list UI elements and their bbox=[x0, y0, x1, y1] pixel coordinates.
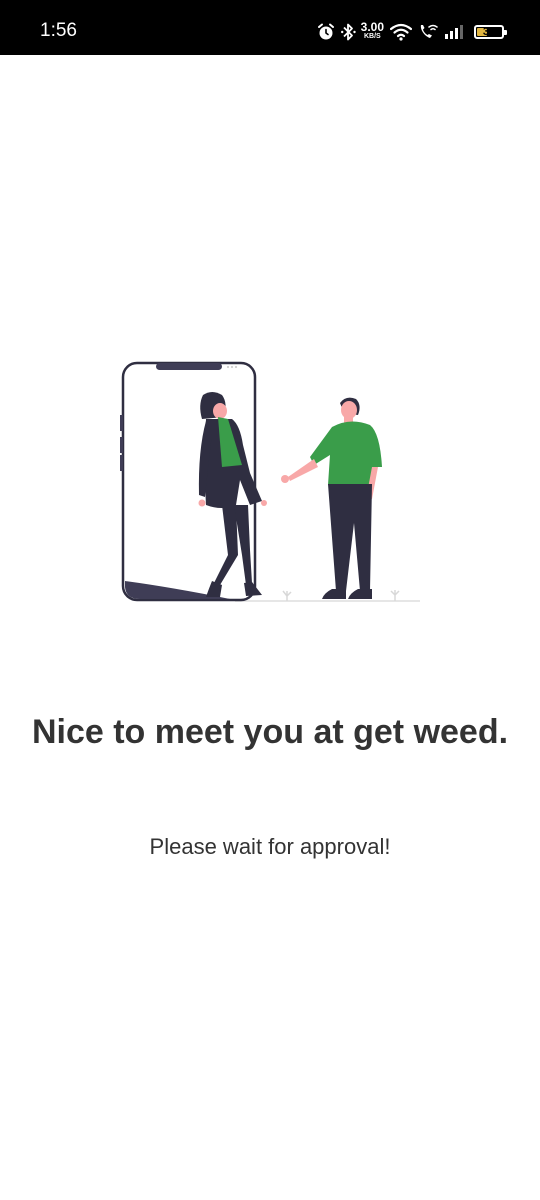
network-speed-value: 3.00 bbox=[360, 20, 384, 34]
wifi-calling-icon bbox=[418, 23, 438, 41]
battery-level: 39 bbox=[482, 26, 496, 38]
alarm-icon bbox=[317, 23, 335, 41]
welcome-title: Nice to meet you at get weed. bbox=[31, 713, 509, 751]
network-speed-unit: KB/S bbox=[363, 33, 381, 40]
signal-icon bbox=[444, 24, 464, 40]
battery-icon: 39 bbox=[474, 25, 507, 39]
meet-illustration bbox=[110, 355, 430, 610]
wifi-icon bbox=[390, 23, 412, 41]
status-bar: 1:56 3.00 KB/S 39 bbox=[0, 0, 540, 55]
status-time: 1:56 bbox=[40, 20, 77, 41]
welcome-subtitle: Please wait for approval! bbox=[149, 834, 391, 859]
network-speed: 3.00 KB/S bbox=[360, 20, 384, 42]
bluetooth-icon bbox=[340, 22, 357, 42]
status-icons: 3.00 KB/S 39 bbox=[317, 18, 507, 46]
